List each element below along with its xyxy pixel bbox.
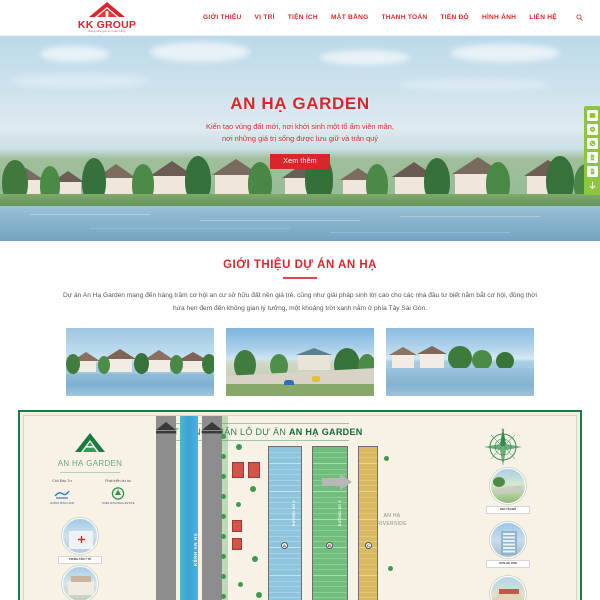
brochure-icon[interactable] <box>586 166 598 177</box>
gallery-image-park-promenade[interactable] <box>226 328 374 396</box>
hero-content: AN HẠ GARDEN Kiến tạo vùng đất mới, nơi … <box>0 94 600 169</box>
poi-school-photo <box>62 566 98 600</box>
road-label-2: ĐƯỜNG SỐ 2 <box>292 500 296 526</box>
canal-an-ha-label: KÊNH AN HẠ <box>193 532 198 566</box>
plan-partner-investor: Chủ Đầu Tư HOÀNG MINH LAND <box>38 479 86 505</box>
direction-arrow-icon <box>322 474 352 490</box>
plan-block-a[interactable] <box>268 446 302 600</box>
plan-block-b[interactable] <box>312 446 348 600</box>
nav-thanh-toan[interactable]: THANH TOÁN <box>381 14 427 21</box>
plan-partner-developer-name: THIÊN MINH REAL ESTATE <box>101 502 135 505</box>
intro-gallery <box>0 328 600 396</box>
road-right-centerline <box>211 416 213 600</box>
hero-subtitle-line2: nơi những giá trị sống được lưu giữ và t… <box>221 133 379 143</box>
master-plan-section: MẶT BẰNG PHÂN LÔ DỰ ÁN AN HẠ GARDEN AN H… <box>18 410 582 600</box>
document-icon[interactable] <box>586 152 598 163</box>
plan-brand-block: AN HẠ GARDEN Chủ Đầu Tư HOÀNG MINH LAND … <box>34 432 146 505</box>
road-marker-left-icon <box>154 422 178 434</box>
plan-partners: Chủ Đầu Tư HOÀNG MINH LAND Phát triển dự… <box>34 479 146 505</box>
poi-school[interactable]: TRƯỜNG HỌC <box>58 566 102 600</box>
nav-tien-do[interactable]: TIẾN ĐỘ <box>440 14 469 21</box>
intro-title-underline <box>283 277 317 279</box>
messenger-icon[interactable] <box>586 124 598 135</box>
hero-water <box>0 206 600 241</box>
nav-vi-tri[interactable]: VỊ TRÍ <box>255 14 275 21</box>
intro-title: GIỚI THIỆU DỰ ÁN AN HẠ <box>223 259 377 271</box>
gallery-3-water <box>386 368 534 396</box>
plan-partner-investor-name: HOÀNG MINH LAND <box>49 502 75 505</box>
hoang-minh-land-logo-icon <box>38 486 86 500</box>
main-navigation: GIỚI THIỆU VỊ TRÍ TIỆN ÍCH MẶT BẰNG THAN… <box>203 14 583 21</box>
plan-partner-developer-role: Phát triển dự án <box>105 479 131 483</box>
poi-market-photo <box>490 576 526 600</box>
floating-contact-rail <box>584 106 600 195</box>
gallery-2-lawn <box>226 384 374 396</box>
poi-market[interactable]: CHỢ TÂN ĐÔ <box>486 576 530 600</box>
gallery-image-riverside-villas[interactable] <box>66 328 214 396</box>
house-roof-icon <box>88 1 126 19</box>
svg-text:N: N <box>502 427 505 432</box>
poi-hospital-photo <box>62 518 98 554</box>
poi-building[interactable]: KCN HẢI SƠN <box>486 522 530 568</box>
nav-lien-he[interactable]: LIÊN HỆ <box>529 14 557 21</box>
plan-brand-rule <box>60 472 120 473</box>
hero-subtitle-line1: Kiến tạo vùng đất mới, nơi khởi sinh một… <box>206 122 394 131</box>
scroll-down-icon[interactable] <box>588 181 597 190</box>
plan-block-a-label: A <box>281 542 288 549</box>
plan-partner-developer: Phát triển dự án THIÊN MINH REAL ESTATE <box>94 479 142 505</box>
compass-rose-icon: N <box>482 426 524 468</box>
phone-icon[interactable] <box>586 138 598 149</box>
poi-building-caption: KCN HẢI SƠN <box>486 560 530 568</box>
master-plan-canvas: MẶT BẰNG PHÂN LÔ DỰ ÁN AN HẠ GARDEN AN H… <box>23 415 577 600</box>
hero-cta-button[interactable]: Xem thêm <box>270 154 330 169</box>
poi-kdc-tan-do[interactable]: KDC TÂN ĐÔ <box>486 468 530 514</box>
search-icon[interactable] <box>576 14 583 21</box>
plan-block-b-label: B <box>326 542 333 549</box>
site-header: KK GROUP Nâng tầm giá trị cuộc sống GIỚI… <box>0 0 600 36</box>
poi-kdc-tan-do-photo <box>490 468 526 504</box>
green-belt <box>222 416 228 600</box>
intro-paragraph: Dự án An Hạ Garden mang đến hàng trăm cơ… <box>62 292 538 312</box>
plan-brand-name-sub: GARDEN <box>86 459 123 468</box>
nav-gioi-thieu[interactable]: GIỚI THIỆU <box>203 14 242 21</box>
an-ha-riverside-label: AN HẠ RIVERSIDE <box>377 513 407 527</box>
hero-subtitle: Kiến tạo vùng đất mới, nơi khởi sinh một… <box>0 121 600 144</box>
landing-page: KK GROUP Nâng tầm giá trị cuộc sống GIỚI… <box>0 0 600 600</box>
nav-hinh-anh[interactable]: HÌNH ẢNH <box>482 14 516 21</box>
thien-minh-real-estate-logo-icon <box>94 486 142 500</box>
brand-name: KK GROUP <box>77 18 137 31</box>
poi-hospital[interactable]: TRUNG TÂM Y TẾ <box>58 518 102 564</box>
canal-an-ha <box>180 416 198 600</box>
intro-section: GIỚI THIỆU DỰ ÁN AN HẠ Dự án An Hạ Garde… <box>0 241 600 396</box>
plan-brand-name: AN HẠ GARDEN <box>34 459 146 468</box>
poi-building-photo <box>490 522 526 558</box>
zalo-icon[interactable] <box>586 110 598 121</box>
plan-brand-name-main: AN HẠ <box>57 459 84 468</box>
hero-banner: AN HẠ GARDEN Kiến tạo vùng đất mới, nơi … <box>0 36 600 241</box>
an-ha-garden-logo-icon <box>72 432 108 456</box>
poi-hospital-caption: TRUNG TÂM Y TẾ <box>58 556 102 564</box>
nav-mat-bang[interactable]: MẶT BẰNG <box>331 14 369 21</box>
nav-tien-ich[interactable]: TIỆN ÍCH <box>288 14 318 21</box>
road-marker-right-icon <box>200 422 224 434</box>
plan-block-c-label: C <box>365 542 372 549</box>
brand-logo[interactable]: KK GROUP Nâng tầm giá trị cuộc sống <box>64 1 150 34</box>
brand-tagline: Nâng tầm giá trị cuộc sống <box>88 29 126 33</box>
hero-title: AN HẠ GARDEN <box>230 94 370 113</box>
gallery-1-water <box>66 374 214 396</box>
gallery-image-river-view[interactable] <box>386 328 534 396</box>
poi-kdc-tan-do-caption: KDC TÂN ĐÔ <box>486 506 530 514</box>
road-label-3: ĐƯỜNG SỐ 3 <box>338 500 342 526</box>
road-left-centerline <box>165 416 167 600</box>
master-plan-title-highlight: AN HẠ GARDEN <box>288 427 363 437</box>
plan-partner-investor-role: Chủ Đầu Tư <box>52 479 72 483</box>
